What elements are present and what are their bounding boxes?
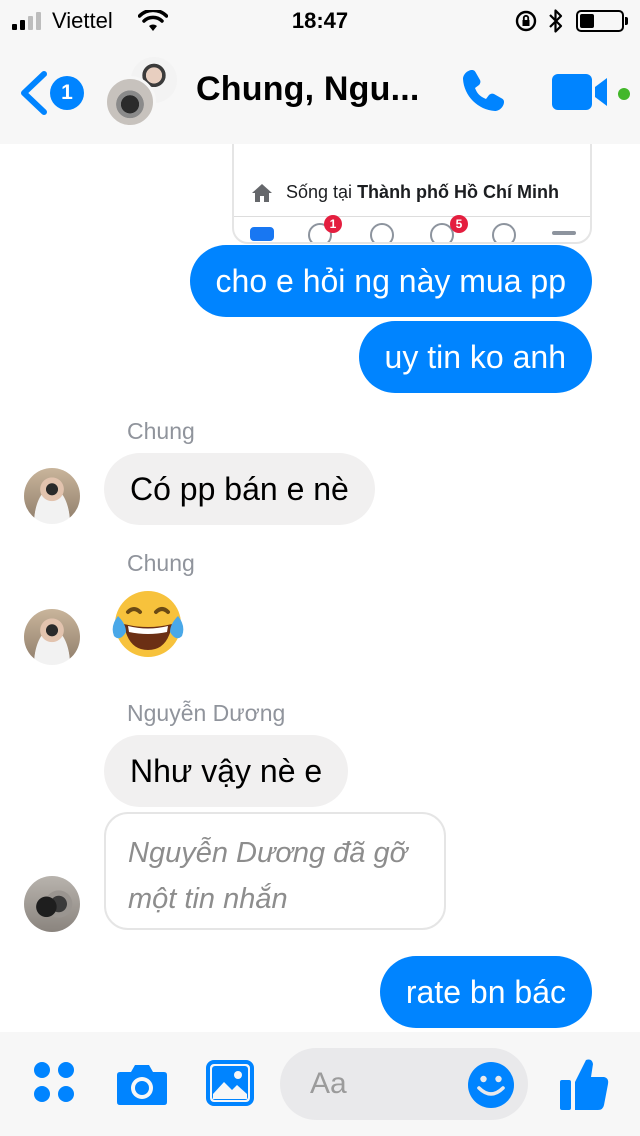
home-icon	[252, 184, 272, 202]
image-tab-bar: 1 5	[234, 215, 590, 242]
outgoing-message[interactable]: rate bn bác	[379, 956, 592, 1028]
avatar[interactable]	[24, 609, 80, 665]
image-profile-icon	[370, 223, 394, 242]
incoming-message[interactable]: Như vậy nè e	[104, 735, 349, 807]
image-news-feed-icon	[250, 227, 274, 241]
camera-icon[interactable]	[116, 1062, 168, 1106]
status-bar: Viettel 18:47	[0, 0, 640, 40]
rotation-lock-icon	[515, 10, 537, 32]
image-menu-icon	[552, 231, 576, 235]
clock: 18:47	[291, 8, 349, 33]
composer-bar	[0, 1032, 640, 1136]
bluetooth-icon	[549, 9, 563, 33]
emoji-picker-icon[interactable]	[466, 1060, 516, 1110]
avatar[interactable]	[24, 468, 80, 524]
gallery-icon[interactable]	[206, 1060, 254, 1106]
conversation-title[interactable]: Chung, Ngu...	[196, 70, 420, 109]
phone-call-icon[interactable]	[458, 66, 508, 116]
thumbs-up-icon[interactable]	[558, 1056, 610, 1112]
laughing-tears-emoji[interactable]	[108, 588, 188, 660]
image-bell-icon	[492, 223, 516, 242]
sender-name: Chung	[127, 418, 195, 444]
video-call-icon[interactable]	[552, 74, 610, 110]
avatar[interactable]	[24, 876, 80, 932]
incoming-message[interactable]: Có pp bán e nè	[104, 453, 375, 525]
outgoing-message[interactable]: cho e hỏi ng này mua pp	[189, 245, 592, 317]
back-chevron-icon[interactable]	[18, 70, 48, 116]
battery-icon	[576, 10, 628, 32]
outgoing-message[interactable]: uy tin ko anh	[358, 321, 592, 393]
active-status-dot	[618, 88, 630, 100]
more-apps-icon[interactable]	[34, 1062, 76, 1104]
sender-name: Chung	[127, 550, 195, 576]
image-badge: 1	[324, 215, 342, 233]
image-location-text: Sống tại Thành phố Hồ Chí Minh	[286, 182, 560, 202]
conversation-header: 1 Chung, Ngu...	[0, 40, 640, 144]
avatar	[104, 76, 156, 128]
sender-name: Nguyễn Dương	[127, 700, 286, 726]
image-badge: 5	[450, 215, 468, 233]
unread-count-badge[interactable]: 1	[50, 76, 84, 110]
message-input[interactable]	[310, 1062, 460, 1106]
group-avatar[interactable]	[104, 54, 180, 130]
unsent-message-notice: Nguyễn Dương đã gỡ một tin nhắn	[104, 812, 446, 930]
